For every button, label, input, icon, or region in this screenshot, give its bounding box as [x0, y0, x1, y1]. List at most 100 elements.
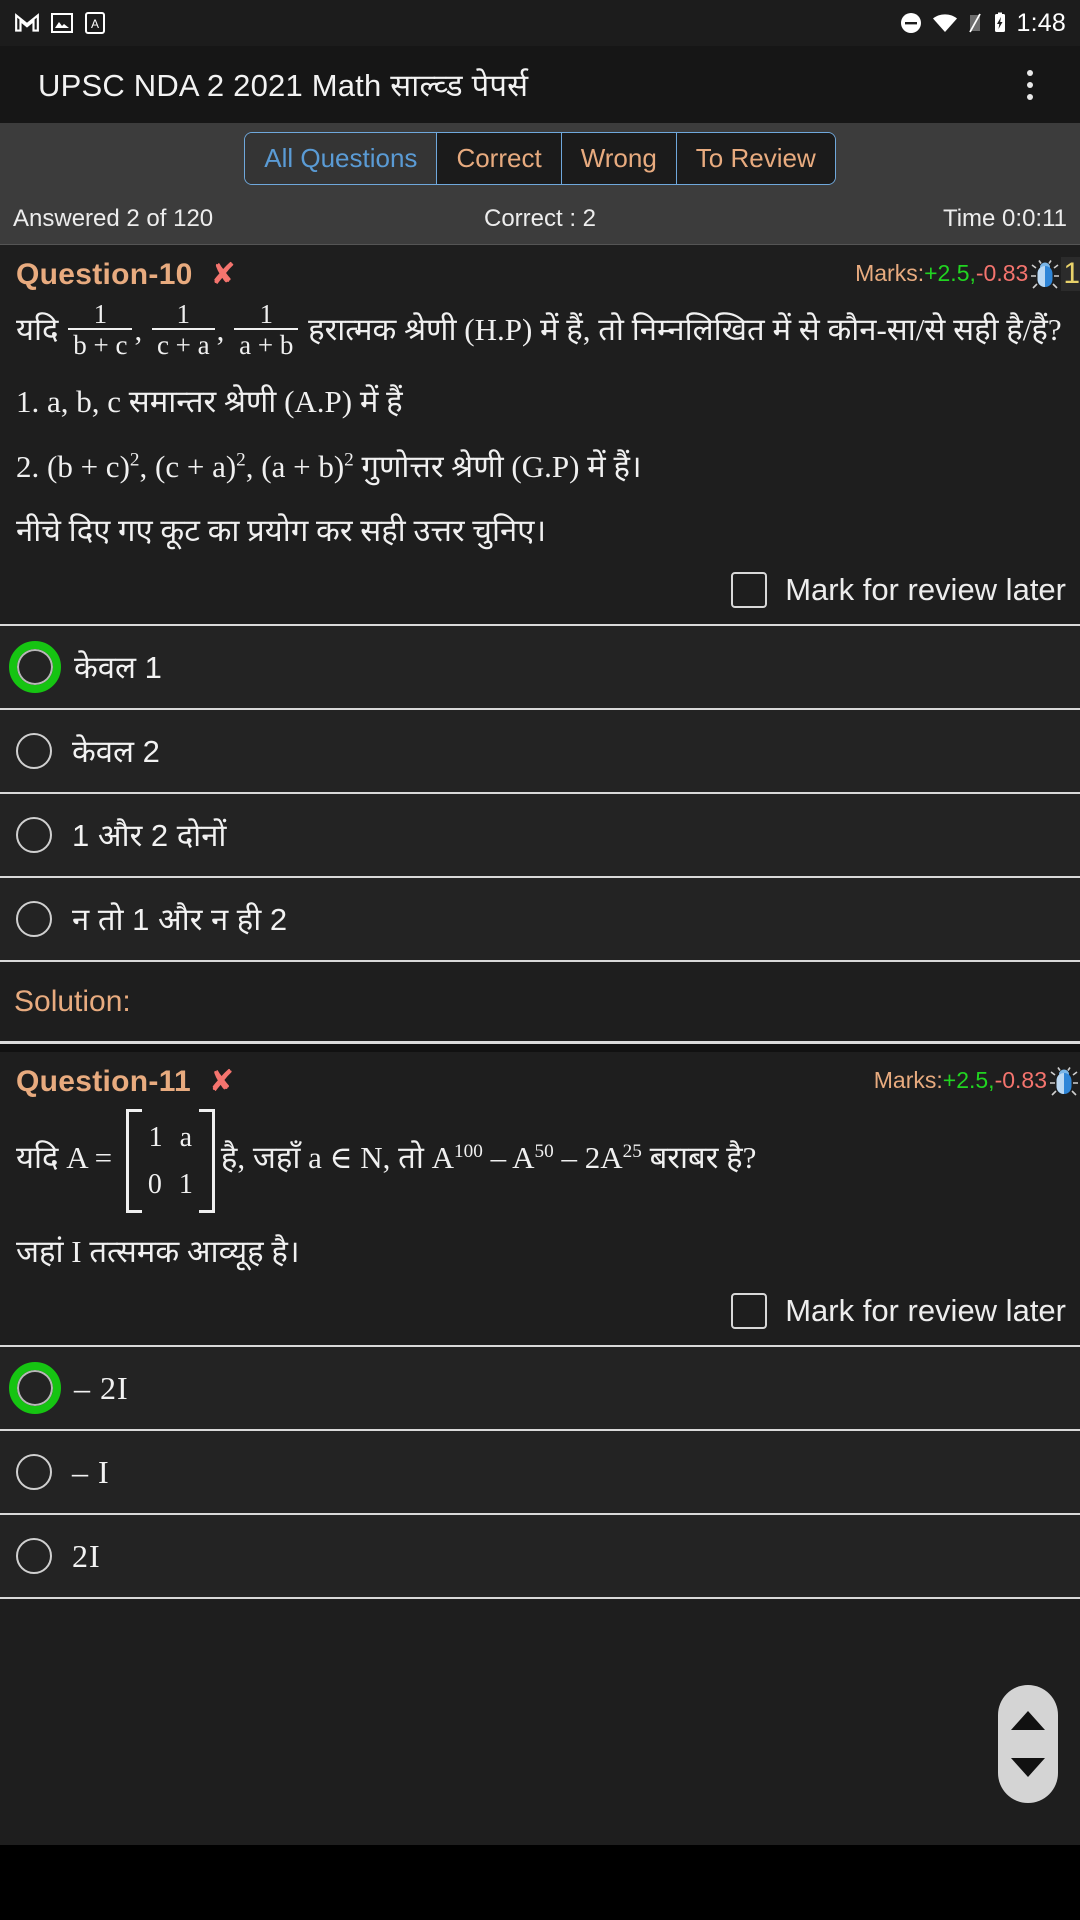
mark-for-review-label: Mark for review later — [785, 572, 1066, 608]
status-bar-right-icons: 1:48 — [899, 9, 1066, 38]
filter-bar: All Questions Correct Wrong To Review — [0, 123, 1080, 194]
marks-label: Marks: — [855, 260, 925, 286]
app-bar: UPSC NDA 2 2021 Math साल्व्ड पेपर्स — [0, 46, 1080, 123]
matrix-bracket-right — [198, 1109, 215, 1214]
exponent-50: 50 — [534, 1140, 554, 1162]
marks-info: Marks: +2.5, -0.83 — [874, 1065, 1080, 1097]
answered-count: Answered 2 of 120 — [13, 205, 214, 232]
battery-icon — [992, 11, 1008, 35]
question-text: यदि 1 b + c , 1 c + a , 1 a + b हरात्मक … — [16, 300, 1066, 363]
option-row[interactable]: केवल 2 — [0, 710, 1080, 795]
matrix-cell: a — [179, 1122, 193, 1154]
option-label: केवल 1 — [74, 650, 162, 686]
option-row[interactable]: केवल 1 — [0, 626, 1080, 711]
question-body: यदि A = 1 a 0 1 है, जहाँ a ∈ N, तो A100 … — [0, 1109, 1080, 1277]
svg-text:A: A — [91, 17, 99, 31]
stmt2-sup2: 2 — [236, 449, 246, 471]
option-radio[interactable] — [16, 1538, 52, 1575]
option-row[interactable]: 1 और 2 दोनों — [0, 794, 1080, 879]
exponent-100: 100 — [454, 1140, 483, 1162]
option-radio-correct[interactable] — [9, 1362, 61, 1415]
fraction-3: 1 a + b — [234, 300, 299, 361]
tab-wrong[interactable]: Wrong — [561, 133, 677, 184]
marks-label: Marks: — [873, 1067, 943, 1094]
mark-for-review-checkbox[interactable] — [731, 572, 768, 609]
option-label: – 2I — [74, 1369, 129, 1406]
fraction-2-sep: , — [216, 311, 225, 347]
bug-icon[interactable] — [1049, 1065, 1079, 1097]
stmt2-part4: गुणोत्तर श्रेणी (G.P) में हैं। — [353, 448, 642, 484]
more-vertical-icon[interactable] — [1010, 55, 1050, 115]
marks-negative: -0.83 — [994, 1067, 1047, 1094]
option-list: केवल 1 केवल 2 1 और 2 दोनों न तो 1 और न ह… — [0, 624, 1080, 963]
stmt2-part2: , (c + a) — [139, 448, 237, 484]
matrix-bracket-left — [125, 1109, 142, 1214]
tab-all-questions[interactable]: All Questions — [245, 133, 438, 184]
marks-info: Marks: +2.5, -0.83 1 — [855, 256, 1080, 291]
matrix-prefix: यदि A = — [16, 1140, 113, 1176]
question-number: Question-11 — [16, 1064, 192, 1098]
correct-count: Correct : 2 — [483, 205, 597, 232]
question-header: Question-10 ✘ Marks: +2.5, -0.83 1 — [0, 245, 1080, 302]
mark-for-review-row[interactable]: Mark for review later — [0, 1285, 1080, 1345]
option-row[interactable]: – I — [0, 1431, 1080, 1516]
option-label: 2I — [72, 1537, 101, 1574]
solution-section[interactable]: Solution: — [0, 962, 1080, 1045]
app-icon: A — [84, 11, 106, 35]
tab-to-review[interactable]: To Review — [676, 133, 835, 184]
status-bar-clock: 1:48 — [1016, 8, 1066, 37]
question-number: Question-10 — [16, 257, 193, 291]
status-bar-left-icons: A — [14, 10, 106, 36]
option-radio[interactable] — [16, 1454, 52, 1491]
solution-label: Solution: — [14, 984, 131, 1018]
matrix-mid-2: – 2A — [553, 1140, 623, 1176]
page-title: UPSC NDA 2 2021 Math साल्व्ड पेपर्स — [38, 67, 529, 103]
matrix-cell: 1 — [178, 1168, 193, 1200]
signal-icon — [967, 11, 983, 35]
question-index-badge: 1 — [1061, 256, 1080, 291]
stmt2-part3: , (a + b) — [245, 448, 345, 484]
question-header: Question-11 ✘ Marks: +2.5, -0.83 — [0, 1052, 1080, 1109]
question-intro: यदि — [16, 311, 59, 347]
question-scroll-area[interactable]: Question-10 ✘ Marks: +2.5, -0.83 1 यदि 1… — [0, 245, 1080, 1845]
option-label: केवल 2 — [72, 734, 160, 770]
photos-icon — [50, 11, 74, 35]
option-row[interactable]: न तो 1 और न ही 2 — [0, 878, 1080, 963]
bug-icon[interactable] — [1030, 258, 1060, 290]
fraction-1-sep: , — [134, 311, 143, 347]
matrix: 1 a 0 1 — [125, 1109, 215, 1214]
filter-tab-group: All Questions Correct Wrong To Review — [244, 132, 836, 185]
exponent-25: 25 — [622, 1140, 642, 1162]
scroll-controls[interactable] — [998, 1685, 1058, 1803]
option-row[interactable]: – 2I — [0, 1347, 1080, 1432]
stmt2-part1: 2. (b + c) — [16, 448, 130, 484]
matrix-suffix-2: बराबर है? — [641, 1140, 757, 1176]
matrix-cell: 1 — [148, 1122, 163, 1154]
chevron-down-icon[interactable] — [1011, 1758, 1045, 1777]
fraction-1: 1 b + c — [68, 300, 133, 361]
option-row[interactable]: 2I — [0, 1515, 1080, 1600]
gmail-icon — [14, 10, 40, 36]
marks-negative: -0.83 — [975, 260, 1029, 286]
mark-for-review-row[interactable]: Mark for review later — [0, 564, 1080, 624]
option-radio[interactable] — [16, 817, 52, 854]
matrix-row: 1 a — [148, 1115, 193, 1160]
status-bar: A 1:48 — [0, 0, 1080, 46]
elapsed-time: Time 0:0:11 — [942, 205, 1067, 232]
tab-correct[interactable]: Correct — [437, 133, 562, 184]
chevron-up-icon[interactable] — [1011, 1711, 1045, 1730]
mark-for-review-label: Mark for review later — [785, 1293, 1066, 1329]
option-radio[interactable] — [16, 733, 52, 770]
question-statement-2: 2. (b + c)2, (c + a)2, (a + b)2 गुणोत्तर… — [16, 442, 1066, 492]
wrong-cross-icon: ✘ — [209, 1065, 235, 1099]
option-radio[interactable] — [16, 901, 52, 938]
question-statement-3: नीचे दिए गए कूट का प्रयोग कर सही उत्तर च… — [16, 512, 547, 548]
mark-for-review-checkbox[interactable] — [731, 1293, 768, 1330]
question-card: Question-11 ✘ Marks: +2.5, -0.83 यदि A =… — [0, 1052, 1080, 1600]
option-list: – 2I – I 2I — [0, 1345, 1080, 1600]
do-not-disturb-icon — [899, 11, 923, 35]
option-radio-correct[interactable] — [9, 641, 61, 694]
wrong-cross-icon: ✘ — [210, 258, 236, 291]
stmt2-sup1: 2 — [129, 449, 140, 471]
question-tail: हरात्मक श्रेणी (H.P) में हैं, तो निम्नलि… — [308, 311, 1062, 347]
